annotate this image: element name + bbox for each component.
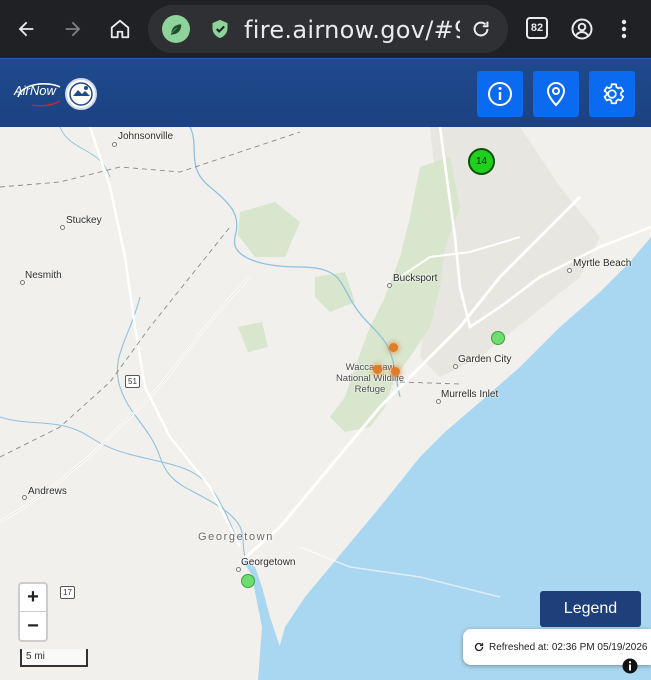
- aqi-monitor-marker[interactable]: [491, 331, 505, 345]
- tab-switcher-button[interactable]: 82: [526, 17, 548, 39]
- airnow-logo[interactable]: AirNow: [14, 83, 56, 98]
- location-button[interactable]: [533, 71, 579, 117]
- route-17-shield: 17: [60, 586, 75, 599]
- place-murrells-inlet: Murrells Inlet: [441, 389, 499, 400]
- attribution-info-icon[interactable]: [622, 658, 638, 674]
- place-johnsonville: Johnsonville: [118, 131, 174, 142]
- refresh-icon: [474, 642, 484, 652]
- browser-toolbar: fire.airnow.gov/#9.1 82: [0, 0, 651, 58]
- settings-button[interactable]: [589, 71, 635, 117]
- route-51-shield: 51: [125, 375, 140, 388]
- app-header: AirNow: [0, 58, 651, 127]
- town-dot: [60, 225, 65, 230]
- place-bucksport: Bucksport: [393, 273, 438, 284]
- place-andrews: Andrews: [28, 486, 67, 497]
- location-pin-icon: [546, 81, 566, 107]
- screen: fire.airnow.gov/#9.1 82 AirNow: [0, 0, 651, 680]
- epa-seal-icon[interactable]: [65, 78, 97, 110]
- place-stuckey: Stuckey: [66, 215, 102, 226]
- back-button[interactable]: [6, 9, 46, 49]
- map-canvas[interactable]: Johnsonville Stuckey Nesmith Bucksport M…: [0, 127, 651, 680]
- town-dot: [22, 495, 27, 500]
- info-button[interactable]: [477, 71, 523, 117]
- site-leaf-icon[interactable]: [162, 15, 190, 43]
- more-vert-icon: [621, 19, 627, 39]
- menu-button[interactable]: [604, 9, 644, 49]
- forward-arrow-icon: [65, 21, 81, 37]
- fire-marker[interactable]: [391, 367, 400, 376]
- region-georgetown: Georgetown: [198, 531, 274, 543]
- secure-shield-icon[interactable]: [210, 18, 230, 40]
- place-nesmith: Nesmith: [25, 270, 62, 281]
- home-button[interactable]: [100, 9, 140, 49]
- gear-icon: [603, 83, 625, 105]
- account-button[interactable]: [562, 9, 602, 49]
- reload-icon[interactable]: [470, 18, 492, 40]
- zoom-control: + −: [18, 582, 48, 642]
- place-myrtle-beach: Myrtle Beach: [573, 258, 632, 269]
- place-georgetown: Georgetown: [241, 557, 296, 568]
- town-dot: [387, 283, 392, 288]
- refreshed-text: Refreshed at: 02:36 PM 05/19/2026: [489, 641, 648, 653]
- address-bar[interactable]: fire.airnow.gov/#9.1: [148, 5, 508, 53]
- fire-marker[interactable]: [373, 365, 382, 374]
- town-dot: [112, 142, 117, 147]
- zoom-out-button[interactable]: −: [20, 612, 46, 640]
- legend-button[interactable]: Legend: [540, 591, 641, 627]
- place-garden-city: Garden City: [458, 354, 512, 365]
- aqi-monitor-marker[interactable]: [241, 574, 255, 588]
- town-dot: [567, 268, 572, 273]
- home-icon: [110, 19, 130, 39]
- forward-button[interactable]: [53, 9, 93, 49]
- url-text[interactable]: fire.airnow.gov/#9.1: [244, 16, 460, 44]
- fire-marker[interactable]: [389, 343, 398, 352]
- back-arrow-icon: [18, 21, 34, 37]
- scale-bar: 5 mi: [20, 649, 88, 667]
- monitor-cluster-marker[interactable]: 14: [468, 148, 495, 175]
- info-icon: [488, 82, 512, 106]
- account-icon: [571, 18, 593, 40]
- zoom-in-button[interactable]: +: [20, 584, 46, 612]
